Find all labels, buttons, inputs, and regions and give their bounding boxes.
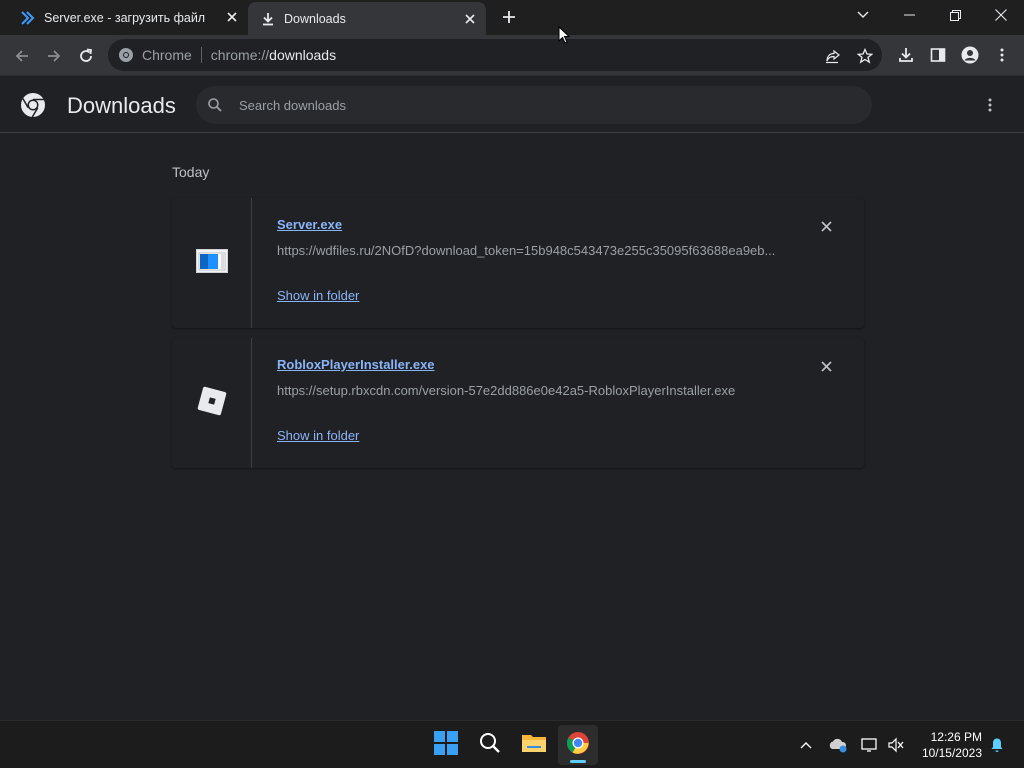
- close-icon[interactable]: [462, 11, 478, 27]
- menu-kebab-icon[interactable]: [991, 44, 1013, 66]
- new-tab-button[interactable]: [499, 7, 519, 27]
- active-indicator: [570, 760, 586, 763]
- reload-button[interactable]: [73, 43, 99, 69]
- remove-download-close-icon[interactable]: [817, 357, 835, 375]
- exe-file-icon: [195, 248, 228, 278]
- notification-bell-icon[interactable]: [987, 735, 1007, 755]
- download-file-name[interactable]: RobloxPlayerInstaller.exe: [277, 357, 435, 372]
- downloads-header: Downloads Search downloads: [0, 77, 1024, 133]
- bookmark-star-icon[interactable]: [856, 47, 874, 65]
- file-explorer-button[interactable]: [514, 725, 554, 765]
- windows-taskbar: 12:26 PM 10/15/2023: [0, 720, 1024, 768]
- download-file-name[interactable]: Server.exe: [277, 217, 342, 232]
- downloads-list: Today Server.exe https://wdfiles.ru/2NOf…: [0, 134, 1024, 720]
- search-icon: [206, 96, 224, 114]
- volume-muted-icon[interactable]: [886, 735, 906, 755]
- network-icon[interactable]: [860, 735, 880, 755]
- search-icon: [479, 732, 501, 759]
- site-info[interactable]: Chrome: [108, 47, 192, 63]
- tab-title: Downloads: [284, 11, 346, 26]
- share-icon[interactable]: [824, 47, 842, 65]
- download-item: RobloxPlayerInstaller.exe https://setup.…: [172, 338, 864, 468]
- onedrive-icon[interactable]: [828, 735, 848, 755]
- taskbar-search-button[interactable]: [470, 725, 510, 765]
- clock-time: 12:26 PM: [930, 730, 982, 744]
- browser-toolbar: Chrome chrome://downloads: [0, 35, 1024, 76]
- search-placeholder: Search downloads: [239, 97, 346, 113]
- tab-strip: Server.exe - загрузить файл Downloads: [0, 0, 1024, 35]
- folder-icon: [521, 732, 547, 759]
- back-button[interactable]: [9, 43, 35, 69]
- start-button[interactable]: [426, 725, 466, 765]
- download-icon: [260, 11, 276, 27]
- file-icon-column: [172, 198, 252, 328]
- chrome-icon: [566, 731, 590, 760]
- double-chevron-icon: [20, 10, 36, 26]
- date-group-label: Today: [172, 164, 210, 180]
- file-icon-column: [172, 338, 252, 468]
- show-in-folder-link[interactable]: Show in folder: [277, 288, 359, 303]
- close-icon[interactable]: [224, 9, 240, 25]
- show-hidden-icons-chevron-icon[interactable]: [796, 735, 816, 755]
- page-title: Downloads: [67, 93, 176, 118]
- download-source-url: https://wdfiles.ru/2NOfD?download_token=…: [277, 243, 776, 258]
- chrome-icon: [118, 47, 134, 63]
- side-panel-icon[interactable]: [927, 44, 949, 66]
- address-bar[interactable]: Chrome chrome://downloads: [108, 39, 882, 71]
- clock-date: 10/15/2023: [921, 746, 982, 760]
- site-label: Chrome: [142, 47, 192, 63]
- tab-title: Server.exe - загрузить файл: [44, 10, 206, 25]
- system-clock[interactable]: 12:26 PM 10/15/2023: [910, 729, 982, 761]
- profile-avatar-icon[interactable]: [959, 44, 981, 66]
- downloads-icon[interactable]: [895, 44, 917, 66]
- tab-search-chevron-icon[interactable]: [840, 0, 886, 30]
- divider: [200, 47, 202, 63]
- tab-downloads[interactable]: Downloads: [248, 2, 486, 35]
- search-downloads-input[interactable]: Search downloads: [196, 86, 872, 124]
- tab-server-exe[interactable]: Server.exe - загрузить файл: [0, 0, 248, 35]
- windows-logo-icon: [434, 730, 458, 760]
- restore-button[interactable]: [932, 0, 978, 30]
- minimize-button[interactable]: [886, 0, 932, 30]
- show-in-folder-link[interactable]: Show in folder: [277, 428, 359, 443]
- mouse-cursor-icon: [558, 25, 571, 44]
- download-source-url: https://setup.rbxcdn.com/version-57e2dd8…: [277, 383, 736, 398]
- more-options-icon[interactable]: [980, 95, 1000, 115]
- forward-button[interactable]: [41, 43, 67, 69]
- url-text: chrome://downloads: [210, 47, 337, 63]
- download-item: Server.exe https://wdfiles.ru/2NOfD?down…: [172, 198, 864, 328]
- roblox-icon: [197, 386, 227, 421]
- remove-download-close-icon[interactable]: [817, 217, 835, 235]
- chrome-taskbar-button[interactable]: [558, 725, 598, 765]
- chrome-logo-icon: [20, 92, 46, 118]
- window-close-button[interactable]: [978, 0, 1024, 30]
